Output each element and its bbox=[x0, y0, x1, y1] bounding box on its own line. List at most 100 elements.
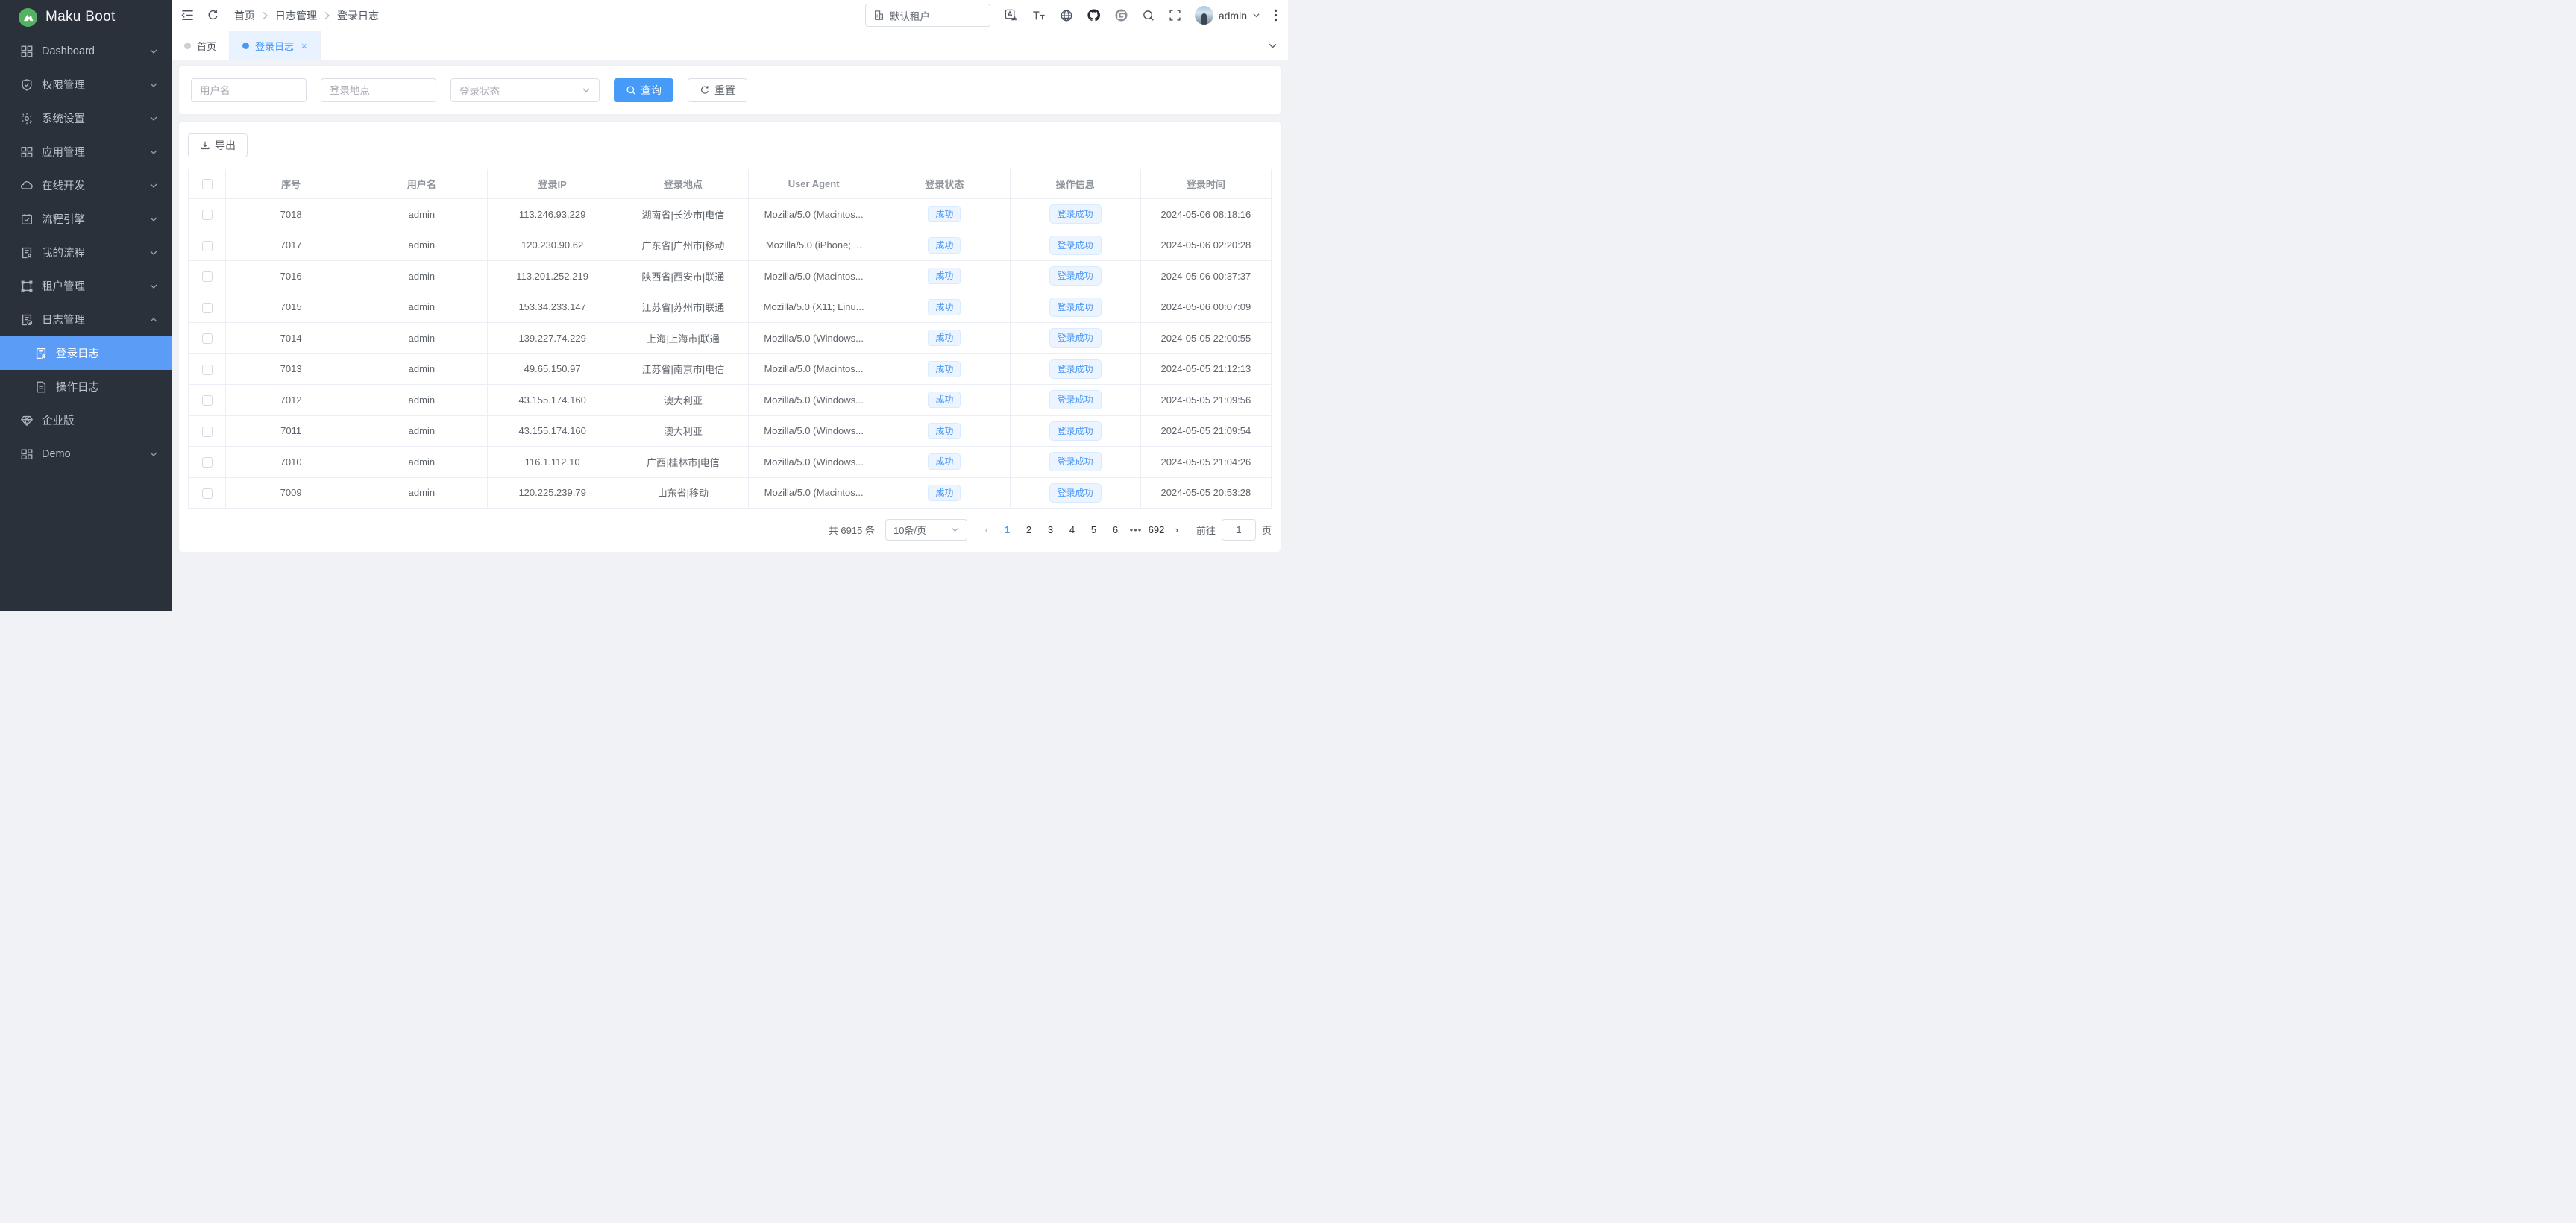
cell-username: admin bbox=[356, 415, 487, 447]
sidebar-item-log-management[interactable]: 日志管理 bbox=[0, 303, 172, 336]
info-badge[interactable]: 登录成功 bbox=[1049, 236, 1102, 255]
tenant-select[interactable]: 默认租户 bbox=[865, 4, 990, 27]
sidebar-item-demo[interactable]: Demo bbox=[0, 437, 172, 471]
info-badge[interactable]: 登录成功 bbox=[1049, 421, 1102, 441]
breadcrumb-home[interactable]: 首页 bbox=[234, 8, 255, 23]
location-filter-input[interactable] bbox=[321, 78, 436, 102]
chevron-down-icon bbox=[582, 86, 591, 95]
apps-icon bbox=[20, 145, 34, 159]
page-number-3[interactable]: 3 bbox=[1040, 521, 1061, 538]
tab-login-log[interactable]: 登录日志 × bbox=[230, 31, 321, 60]
prev-page-button[interactable]: ‹ bbox=[978, 524, 996, 535]
breadcrumb-separator-icon bbox=[262, 11, 268, 20]
sidebar-item-workflow-engine[interactable]: 流程引擎 bbox=[0, 202, 172, 236]
translate-icon[interactable] bbox=[1004, 8, 1018, 22]
sidebar-item-operation-log[interactable]: 操作日志 bbox=[0, 370, 172, 403]
breadcrumb: 首页 日志管理 登录日志 bbox=[234, 8, 379, 23]
tab-close-icon[interactable]: × bbox=[301, 40, 307, 51]
info-badge[interactable]: 登录成功 bbox=[1049, 328, 1102, 348]
page-number-1[interactable]: 1 bbox=[997, 521, 1017, 538]
breadcrumb-log-management[interactable]: 日志管理 bbox=[275, 8, 317, 23]
page-number-2[interactable]: 2 bbox=[1019, 521, 1039, 538]
refresh-icon[interactable] bbox=[207, 9, 219, 22]
sidebar-item-system-settings[interactable]: 系统设置 bbox=[0, 101, 172, 135]
sidebar-collapse-icon[interactable] bbox=[180, 8, 195, 22]
reset-button[interactable]: 重置 bbox=[688, 78, 747, 102]
username-filter-input[interactable] bbox=[191, 78, 307, 102]
cell-seq: 7011 bbox=[226, 415, 356, 447]
user-menu[interactable]: admin bbox=[1195, 6, 1260, 25]
cell-user-agent: Mozilla/5.0 (Macintos... bbox=[749, 477, 879, 509]
frame-icon bbox=[20, 280, 34, 293]
next-page-button[interactable]: › bbox=[1168, 524, 1186, 535]
cell-location: 山东省|移动 bbox=[618, 477, 748, 509]
row-checkbox[interactable] bbox=[202, 210, 213, 220]
page-number-last[interactable]: 692 bbox=[1146, 521, 1166, 538]
cell-ip: 139.227.74.229 bbox=[487, 323, 618, 354]
sidebar-item-dashboard[interactable]: Dashboard bbox=[0, 34, 172, 68]
table-row: 7015 admin 153.34.233.147 江苏省|苏州市|联通 Moz… bbox=[189, 292, 1272, 323]
sidebar-item-tenant-management[interactable]: 租户管理 bbox=[0, 269, 172, 303]
row-checkbox[interactable] bbox=[202, 427, 213, 437]
col-time: 登录时间 bbox=[1140, 169, 1271, 199]
tab-actions-dropdown[interactable] bbox=[1257, 31, 1288, 60]
page-number-5[interactable]: 5 bbox=[1084, 521, 1104, 538]
globe-icon[interactable] bbox=[1060, 9, 1073, 22]
chevron-down-icon bbox=[149, 181, 158, 190]
github-icon[interactable] bbox=[1087, 8, 1101, 22]
row-checkbox[interactable] bbox=[202, 241, 213, 251]
sidebar-item-enterprise[interactable]: 企业版 bbox=[0, 403, 172, 437]
cell-time: 2024-05-05 22:00:55 bbox=[1140, 323, 1271, 354]
row-checkbox[interactable] bbox=[202, 365, 213, 375]
select-all-checkbox[interactable] bbox=[202, 179, 213, 189]
info-badge[interactable]: 登录成功 bbox=[1049, 390, 1102, 409]
cell-time: 2024-05-05 21:12:13 bbox=[1140, 353, 1271, 385]
tab-home[interactable]: 首页 bbox=[172, 31, 230, 60]
font-size-icon[interactable] bbox=[1031, 9, 1046, 22]
sidebar-item-online-dev[interactable]: 在线开发 bbox=[0, 169, 172, 202]
sidebar-item-permissions[interactable]: 权限管理 bbox=[0, 68, 172, 101]
goto-page: 前往 页 bbox=[1196, 519, 1272, 541]
info-badge[interactable]: 登录成功 bbox=[1049, 359, 1102, 379]
clipboard-check-icon bbox=[20, 213, 34, 226]
page-number-6[interactable]: 6 bbox=[1105, 521, 1125, 538]
sidebar-item-my-workflow[interactable]: 我的流程 bbox=[0, 236, 172, 269]
shield-check-icon bbox=[20, 78, 34, 92]
kebab-menu-icon[interactable] bbox=[1274, 9, 1278, 22]
row-checkbox[interactable] bbox=[202, 488, 213, 499]
row-checkbox[interactable] bbox=[202, 271, 213, 282]
info-badge[interactable]: 登录成功 bbox=[1049, 298, 1102, 317]
page-size-select[interactable]: 10条/页 bbox=[885, 519, 967, 541]
goto-page-input[interactable] bbox=[1222, 519, 1256, 541]
document-clock-icon bbox=[20, 313, 34, 327]
search-button[interactable]: 查询 bbox=[614, 78, 673, 102]
sidebar-item-app-management[interactable]: 应用管理 bbox=[0, 135, 172, 169]
export-button[interactable]: 导出 bbox=[188, 133, 248, 157]
app-window: Maku Boot Dashboard 权限管理 系统设置 应用管理 bbox=[0, 0, 1288, 612]
chevron-up-icon bbox=[149, 315, 158, 324]
row-checkbox[interactable] bbox=[202, 333, 213, 344]
row-checkbox[interactable] bbox=[202, 457, 213, 468]
search-icon[interactable] bbox=[1142, 9, 1155, 22]
info-badge[interactable]: 登录成功 bbox=[1049, 266, 1102, 286]
gitee-icon[interactable] bbox=[1114, 8, 1128, 22]
table-card: 导出 序号 用户名 登录IP 登录地点 User A bbox=[179, 122, 1281, 552]
table-row: 7013 admin 49.65.150.97 江苏省|南京市|电信 Mozil… bbox=[189, 353, 1272, 385]
cell-user-agent: Mozilla/5.0 (iPhone; ... bbox=[749, 230, 879, 261]
info-badge[interactable]: 登录成功 bbox=[1049, 483, 1102, 503]
page-number-4[interactable]: 4 bbox=[1062, 521, 1082, 538]
more-pages-icon[interactable]: ••• bbox=[1127, 524, 1145, 535]
info-badge[interactable]: 登录成功 bbox=[1049, 204, 1102, 224]
tab-dot-icon bbox=[184, 43, 191, 49]
info-badge[interactable]: 登录成功 bbox=[1049, 452, 1102, 471]
status-filter-select[interactable]: 登录状态 bbox=[450, 78, 600, 102]
sidebar-item-login-log[interactable]: 登录日志 bbox=[0, 336, 172, 370]
pagination: 共 6915 条 10条/页 ‹ 1 2 3 4 5 6 ••• 6 bbox=[188, 519, 1272, 541]
col-location: 登录地点 bbox=[618, 169, 748, 199]
row-checkbox[interactable] bbox=[202, 303, 213, 313]
content: 登录状态 查询 重置 导出 bbox=[172, 60, 1288, 612]
chevron-down-icon bbox=[149, 114, 158, 123]
row-checkbox[interactable] bbox=[202, 395, 213, 406]
fullscreen-icon[interactable] bbox=[1169, 9, 1181, 22]
goto-label: 前往 bbox=[1196, 523, 1216, 537]
